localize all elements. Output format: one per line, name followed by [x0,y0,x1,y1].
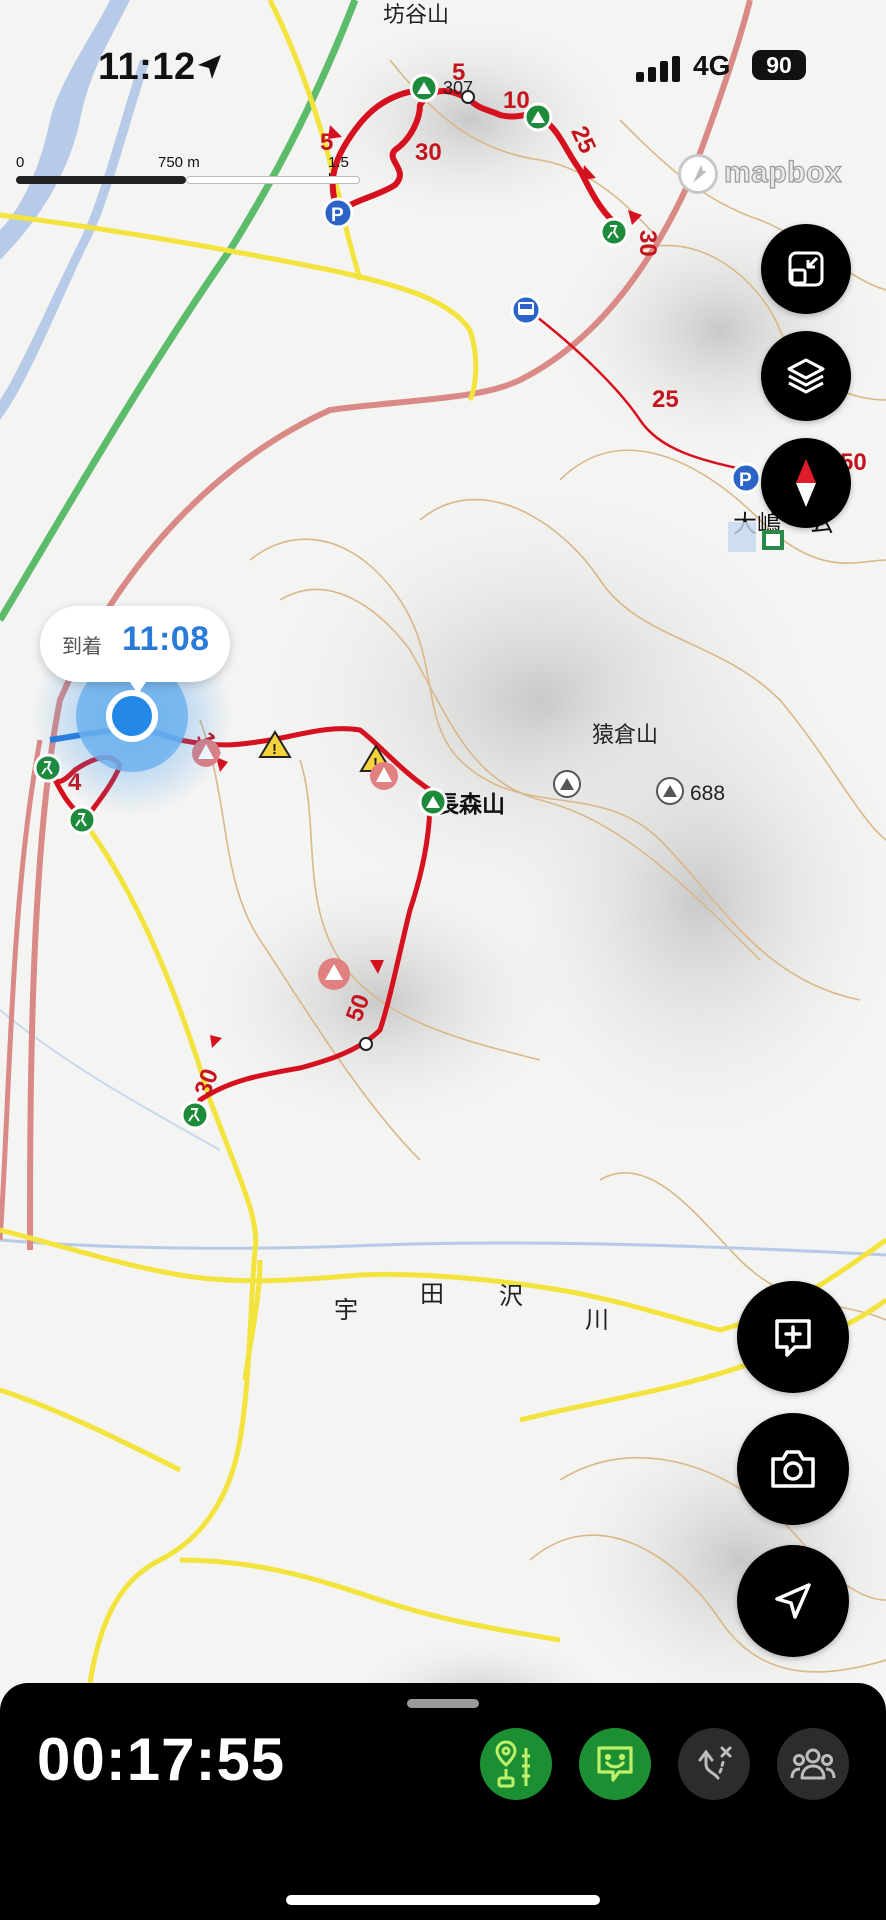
camera-icon [771,1450,815,1488]
fullscreen-toggle-button[interactable] [761,224,851,314]
hazard-icon[interactable] [318,958,350,990]
hazard-icon[interactable] [370,762,398,790]
peak-elevation-688: 688 [690,782,725,805]
arrival-time-value: 11:08 [122,620,210,658]
mapbox-wordmark: mapbox [723,155,843,189]
arrival-time-callout[interactable]: 到着 11:08 [40,606,230,694]
route-off-icon [698,1746,732,1780]
activity-bottom-sheet[interactable]: 00:17:55 [0,1683,886,1920]
route-status-button[interactable] [480,1728,552,1800]
svg-text:P: P [739,470,752,491]
group-button[interactable] [777,1728,849,1800]
battery-indicator: 90 [752,50,806,80]
route-time-label: 30 [415,139,442,166]
svg-text:!: ! [272,741,277,758]
route-time-label: 25 [652,386,679,413]
elapsed-time: 00:17:55 [37,1726,286,1793]
trailhead-marker-icon[interactable] [180,1100,210,1130]
scale-label-mid: 750 m [158,154,200,171]
trailhead-marker-icon[interactable] [599,217,629,247]
network-type: 4G [693,50,731,81]
status-bar: 11:12 4G 90 [0,44,886,94]
status-time: 11:12 [98,46,196,88]
cellular-signal-icon [636,56,682,87]
peak-marker-icon[interactable] [418,787,448,817]
route-time-label: 30 [634,230,661,257]
group-icon [790,1748,836,1780]
compass-icon [796,459,816,507]
peak-marker-icon[interactable] [523,102,553,132]
layers-icon [787,358,825,394]
chat-status-button[interactable] [579,1728,651,1800]
current-location-button[interactable] [737,1545,849,1657]
parking-icon[interactable]: P [730,462,762,494]
trailhead-marker-icon[interactable] [67,805,97,835]
compass-button[interactable] [761,438,851,528]
route-pins-icon [495,1740,530,1788]
off-route-button[interactable] [678,1728,750,1800]
peak-label-saruguraya: 猿倉山 [592,722,658,747]
camera-button[interactable] [737,1413,849,1525]
peak-marker-icon[interactable] [553,770,581,798]
river-char: 沢 [499,1283,523,1310]
location-services-icon [195,52,225,87]
smile-message-icon [597,1746,633,1782]
river-char: 宇 [334,1297,358,1324]
arrival-label: 到着 [62,636,102,658]
scale-label-0: 0 [16,154,25,171]
sheet-drag-handle[interactable] [407,1699,479,1708]
mapbox-logo-icon [678,154,718,194]
dam-icon [762,530,784,550]
parking-icon[interactable]: P [322,197,354,229]
add-note-icon [775,1319,811,1357]
bus-stop-icon[interactable] [510,294,542,326]
scale-bar: 0 750 m 1.5 km [16,150,362,190]
river-char: 川 [585,1307,609,1334]
collapse-icon [788,251,824,287]
svg-text:P: P [331,205,344,226]
layers-button[interactable] [761,331,851,421]
river-char: 田 [420,1281,444,1308]
add-memo-button[interactable] [737,1281,849,1393]
waypoint-dot[interactable] [359,1037,373,1051]
home-indicator [286,1895,600,1905]
location-arrow-icon [775,1583,811,1619]
peak-label-bouyasan: 坊谷山 [383,2,449,27]
peak-marker-icon[interactable] [656,777,684,805]
